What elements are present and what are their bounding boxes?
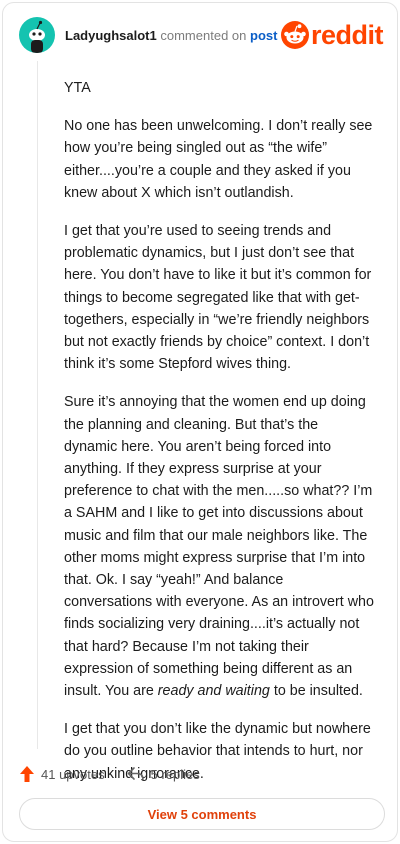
comment-paragraph: YTA bbox=[64, 80, 91, 96]
replies-count: 5 replies bbox=[150, 766, 200, 782]
comment-actions: 41 upvotes 5 replies bbox=[19, 763, 222, 785]
comment-body: YTA No one has been unwelcoming. I don’t… bbox=[64, 77, 374, 801]
reddit-snoo-icon bbox=[280, 21, 309, 49]
replies-button[interactable]: 5 replies bbox=[127, 766, 200, 782]
comment-header: Ladyughsalot1 commented on post reddit bbox=[19, 17, 384, 57]
comment-paragraph: Sure it’s annoying that the women end up… bbox=[64, 394, 374, 700]
comment-byline: Ladyughsalot1 commented on post bbox=[65, 28, 277, 43]
byline-action-text: commented on bbox=[160, 28, 247, 43]
snoo-avatar-icon[interactable] bbox=[19, 17, 55, 53]
comment-paragraph: No one has been unwelcoming. I don’t rea… bbox=[64, 118, 373, 201]
upvote-count: 41 upvotes bbox=[41, 766, 105, 782]
view-comments-label: View 5 comments bbox=[147, 806, 257, 822]
thread-line[interactable] bbox=[37, 61, 38, 749]
post-link[interactable]: post bbox=[250, 28, 277, 43]
reddit-wordmark: reddit bbox=[310, 19, 384, 50]
emphasis-text: ready and waiting bbox=[157, 683, 270, 700]
comment-card: Ladyughsalot1 commented on post reddit Y… bbox=[2, 2, 398, 842]
reply-arrow-icon bbox=[127, 767, 144, 781]
reddit-logo[interactable]: reddit bbox=[280, 19, 384, 51]
upvote-button[interactable]: 41 upvotes bbox=[19, 765, 105, 783]
upvote-arrow-icon bbox=[20, 766, 34, 782]
comment-paragraph: I get that you’re used to seeing trends … bbox=[64, 223, 372, 373]
username-link[interactable]: Ladyughsalot1 bbox=[65, 28, 157, 43]
view-comments-button[interactable]: View 5 comments bbox=[19, 798, 385, 830]
